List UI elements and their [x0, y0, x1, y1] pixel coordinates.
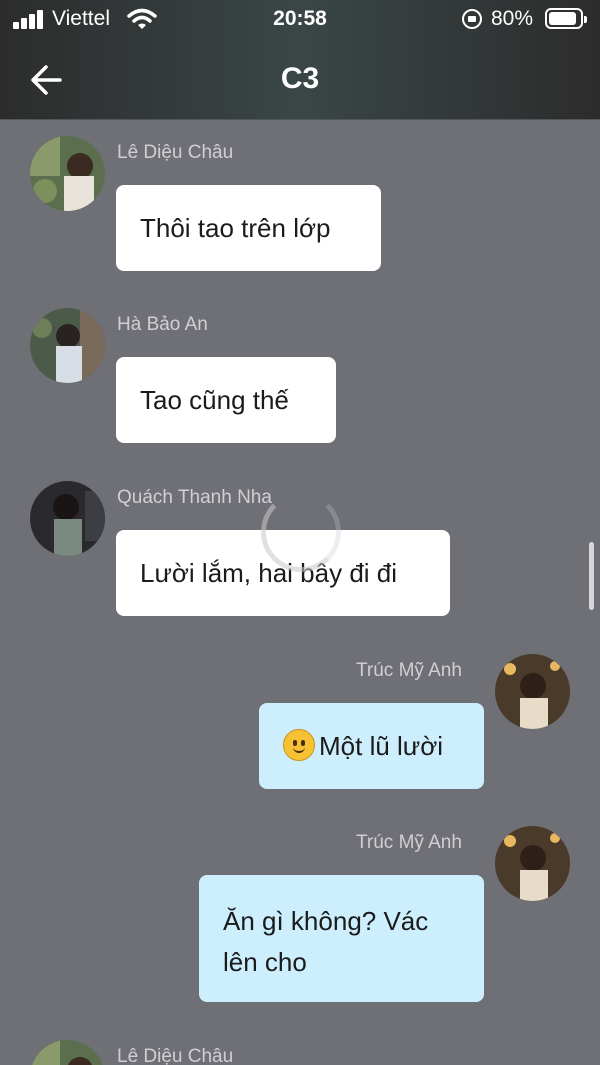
- top-bar: Viettel 20:58 80% C3: [0, 0, 600, 120]
- sender-name: Lê Diệu Châu: [117, 1046, 234, 1065]
- rotation-lock-icon: [462, 9, 482, 29]
- sender-name: Trúc Mỹ Anh: [356, 660, 462, 681]
- avatar[interactable]: [495, 654, 570, 729]
- avatar[interactable]: [30, 481, 105, 556]
- message-bubble[interactable]: Một lũ lười: [259, 703, 484, 789]
- chat-title: C3: [280, 62, 320, 95]
- status-bar: Viettel 20:58 80%: [0, 0, 600, 38]
- sender-name: Quách Thanh Nha: [117, 487, 272, 508]
- sender-name: Hà Bảo An: [117, 314, 208, 335]
- battery-percent: 80%: [491, 7, 534, 30]
- avatar[interactable]: [30, 136, 105, 211]
- message-text: Một lũ lười: [319, 730, 444, 761]
- message-text-line: Ăn gì không? Vác: [223, 906, 429, 936]
- avatar[interactable]: [30, 308, 105, 383]
- message-bubble[interactable]: Thôi tao trên lớp: [116, 185, 381, 271]
- message-text-line: lên cho: [223, 947, 307, 977]
- sender-name: Trúc Mỹ Anh: [356, 832, 462, 853]
- sender-name: Lê Diệu Châu: [117, 142, 234, 163]
- avatar[interactable]: [30, 1040, 105, 1065]
- battery-icon: [545, 8, 587, 29]
- message-bubble[interactable]: Ăn gì không? Vác lên cho: [199, 875, 484, 1002]
- message-bubble[interactable]: Tao cũng thế: [116, 357, 336, 443]
- slightly-smiling-face-icon: [283, 729, 315, 761]
- avatar[interactable]: [495, 826, 570, 901]
- loading-spinner-icon: [261, 492, 341, 572]
- scrollbar[interactable]: [589, 542, 594, 610]
